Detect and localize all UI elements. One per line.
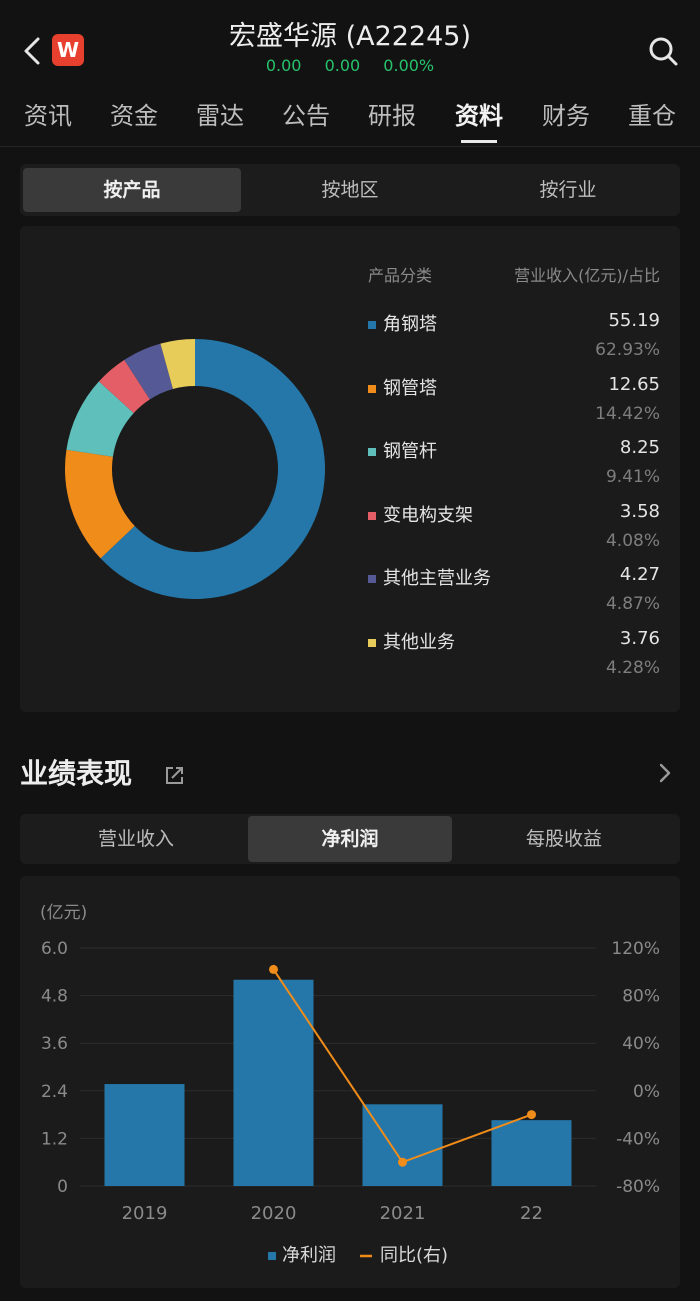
y-tick-right: 80%	[622, 987, 660, 1007]
y-tick-left: 4.8	[41, 987, 68, 1007]
legend-swatch	[368, 511, 376, 520]
legend-label-bar: 净利润	[282, 1245, 336, 1266]
legend-value: 3.76	[619, 627, 660, 649]
line-point[interactable]	[527, 1110, 536, 1120]
legend-row[interactable]: 钢管塔 12.65 14.42%	[368, 374, 660, 434]
legend-swatch	[368, 384, 376, 393]
legend-row[interactable]: 钢管杆 8.25 9.41%	[368, 437, 660, 497]
segment-by-industry[interactable]: 按行业	[459, 168, 677, 212]
y-tick-right: 120%	[611, 939, 660, 959]
chevron-right-icon[interactable]	[654, 760, 676, 786]
legend-name: 钢管塔	[383, 377, 437, 399]
y-tick-right: -80%	[616, 1177, 660, 1197]
tab-revenue[interactable]: 营业收入	[34, 816, 238, 862]
bar[interactable]	[104, 1084, 185, 1186]
tab-eps[interactable]: 每股收益	[462, 816, 666, 862]
y-tick-right: 40%	[622, 1034, 660, 1054]
legend-row[interactable]: 角钢塔 55.19 62.93%	[368, 310, 660, 370]
section-title: 业绩表现	[20, 757, 133, 790]
y-tick-left: 1.2	[41, 1129, 68, 1149]
tab-funds[interactable]: 资金	[106, 96, 162, 131]
y-tick-right: 0%	[633, 1082, 660, 1102]
legend-percent: 4.08%	[605, 530, 660, 551]
page-title: 宏盛华源 (A22245)	[228, 21, 471, 52]
breakdown-segment: 按产品 按地区 按行业	[20, 164, 680, 216]
legend-percent: 9.41%	[605, 467, 660, 487]
legend-value: 8.25	[619, 437, 660, 458]
bar[interactable]	[362, 1104, 443, 1186]
header: W 宏盛华源 (A22245) 0.00 0.00 0.00%	[0, 0, 700, 88]
legend-swatch	[368, 321, 376, 329]
legend-percent: 4.87%	[605, 594, 660, 614]
legend-percent: 4.28%	[605, 657, 660, 678]
legend-swatch	[368, 575, 376, 583]
legend-name: 其他主营业务	[383, 568, 491, 589]
legend-name: 角钢塔	[383, 314, 437, 335]
divider	[0, 146, 700, 147]
share-icon[interactable]	[164, 764, 186, 786]
y-tick-left: 3.6	[41, 1034, 68, 1054]
y-tick-left: 6.0	[41, 939, 68, 959]
x-tick-label: 2020	[251, 1203, 297, 1224]
line-point[interactable]	[269, 964, 278, 974]
legend-row[interactable]: 变电构支架 3.58 4.08%	[368, 501, 660, 561]
y-tick-left: 0	[57, 1177, 68, 1197]
y-tick-right: -40%	[616, 1129, 660, 1149]
legend-header-value: 营业收入(亿元)/占比	[514, 266, 660, 285]
tab-profile[interactable]: 资料	[451, 96, 507, 131]
legend-swatch	[368, 448, 376, 456]
change-pct-value: 0.00%	[383, 56, 435, 75]
legend-name: 其他业务	[383, 631, 455, 653]
segment-by-region[interactable]: 按地区	[241, 168, 459, 212]
net-profit-chart: 6.0 120% 4.8 80% 3.6 40% 2.4 0% 1.2 -40% 0 -80% 2019…	[41, 939, 660, 1266]
main-tabs: 资讯 资金 雷达 公告 研报 资料 财务 重仓	[0, 96, 700, 144]
x-tick-label: 22	[520, 1203, 543, 1224]
legend-swatch	[368, 638, 376, 647]
bar[interactable]	[491, 1120, 572, 1186]
legend-value: 4.27	[619, 564, 660, 585]
legend-row[interactable]: 其他主营业务 4.27 4.87%	[368, 564, 660, 624]
tab-holdings[interactable]: 重仓	[624, 96, 680, 131]
legend-value: 55.19	[608, 310, 660, 331]
tab-net-profit[interactable]: 净利润	[248, 816, 452, 862]
legend-header-category: 产品分类	[368, 266, 433, 285]
legend-name: 钢管杆	[383, 441, 437, 462]
revenue-breakdown-card: 产品分类 营业收入(亿元)/占比 角钢塔 55.19 62.93% 钢管塔 12.65 1…	[20, 226, 680, 712]
legend-percent: 14.42%	[595, 403, 660, 424]
legend-swatch-bar	[268, 1252, 276, 1260]
active-tab-indicator	[461, 140, 497, 143]
tab-news[interactable]: 资讯	[20, 96, 76, 131]
quote-line: 0.00 0.00 0.00%	[0, 56, 700, 75]
line-point[interactable]	[398, 1157, 407, 1167]
legend-label-line: 同比(右)	[380, 1245, 448, 1266]
legend-value: 12.65	[608, 373, 660, 395]
y-tick-left: 2.4	[41, 1082, 68, 1102]
tab-finance[interactable]: 财务	[538, 96, 594, 131]
performance-tabs: 营业收入 净利润 每股收益	[20, 814, 680, 864]
search-icon[interactable]	[646, 34, 680, 68]
x-tick-label: 2021	[380, 1203, 426, 1224]
legend-name: 变电构支架	[383, 504, 473, 526]
legend-percent: 62.93%	[595, 340, 660, 360]
legend-value: 3.58	[619, 500, 660, 522]
tab-announcements[interactable]: 公告	[278, 96, 334, 131]
tab-radar[interactable]: 雷达	[192, 96, 248, 131]
change-value: 0.00	[324, 56, 361, 75]
x-tick-label: 2019	[122, 1203, 168, 1224]
tab-research[interactable]: 研报	[364, 96, 420, 131]
segment-by-product[interactable]: 按产品	[23, 168, 241, 212]
legend-row[interactable]: 其他业务 3.76 4.28%	[368, 628, 660, 688]
price-value: 0.00	[265, 56, 302, 75]
revenue-donut-chart	[64, 339, 325, 599]
